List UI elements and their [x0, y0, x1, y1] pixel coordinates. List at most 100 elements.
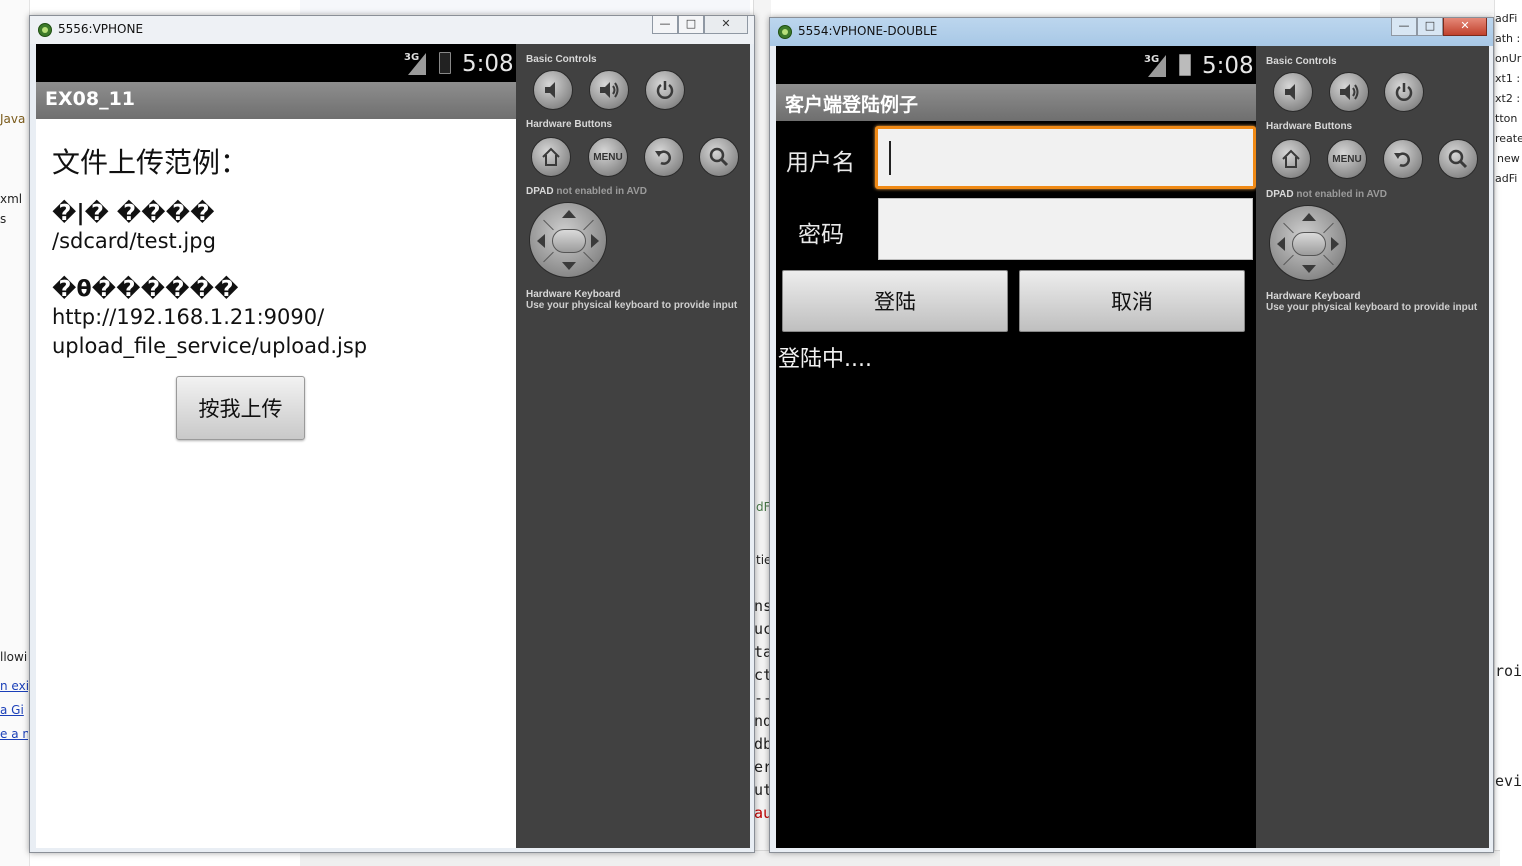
close-button[interactable]: ✕ [704, 16, 748, 34]
minimize-button[interactable]: — [1391, 18, 1417, 36]
menu-button[interactable]: MENU [1327, 139, 1367, 179]
bg-fragment: roi [1495, 662, 1522, 680]
bg-fragment: new [1497, 152, 1520, 165]
dpad-center-button[interactable] [552, 229, 586, 253]
basic-controls-label: Basic Controls [1266, 56, 1337, 67]
power-button[interactable] [1384, 72, 1424, 112]
back-button[interactable] [644, 137, 684, 177]
window-title: 5554:VPHONE-DOUBLE [798, 24, 938, 38]
dpad-divider [1283, 222, 1294, 234]
cancel-button[interactable]: 取消 [1019, 270, 1245, 332]
dpad-down-icon[interactable] [1302, 265, 1316, 273]
bg-link[interactable]: n exi [0, 679, 28, 693]
dpad-left-icon[interactable] [537, 234, 545, 248]
bg-fragment: s [0, 212, 7, 226]
dpad-label: DPAD not enabled in AVD [526, 186, 647, 197]
dpad-right-icon[interactable] [591, 234, 599, 248]
upload-button[interactable]: 按我上传 [176, 376, 305, 440]
dpad-left-icon[interactable] [1277, 237, 1285, 251]
keyboard-label: Hardware Keyboard [1266, 291, 1361, 302]
android-emulator-icon [778, 25, 792, 39]
power-icon [656, 81, 674, 99]
code-strip [300, 0, 750, 14]
app-title-bar: 客户端登陆例子 [776, 84, 1256, 121]
dpad[interactable] [529, 202, 607, 278]
signal-icon [408, 53, 426, 75]
power-button[interactable] [645, 70, 685, 110]
volume-up-icon [1340, 84, 1359, 100]
home-button[interactable] [531, 137, 571, 177]
status-time: 5:08 [1202, 53, 1254, 79]
dpad-divider [583, 251, 594, 263]
back-icon [1394, 152, 1410, 167]
bg-fragment: xml [0, 192, 23, 206]
volume-up-icon [600, 82, 619, 98]
device-screen[interactable]: 3G 5:08 客户端登陆例子 用户名 密码 登陆 取消 登陆中.... [776, 46, 1256, 848]
dpad-up-icon[interactable] [1302, 213, 1316, 221]
dpad-divider [543, 251, 554, 263]
dpad-right-icon[interactable] [1331, 237, 1339, 251]
device-screen[interactable]: 3G 5:08 EX08_11 文件上传范例： �|� ���� /sdcard… [36, 44, 516, 848]
menu-button[interactable]: MENU [588, 137, 628, 177]
maximize-button[interactable]: □ [1417, 18, 1443, 36]
search-button[interactable] [699, 137, 739, 177]
app-title: 客户端登陆例子 [785, 94, 919, 116]
dpad-center-button[interactable] [1292, 232, 1326, 256]
dpad-divider [1323, 254, 1334, 266]
status-time: 5:08 [462, 51, 514, 77]
window-controls: — □ ✕ [1391, 18, 1487, 36]
back-button[interactable] [1383, 139, 1423, 179]
dpad[interactable] [1269, 205, 1347, 281]
close-button[interactable]: ✕ [1443, 18, 1487, 36]
password-label: 密码 [798, 222, 844, 248]
bg-fragment: xt1 : [1495, 72, 1521, 85]
volume-down-button[interactable] [1273, 72, 1313, 112]
upload-activity: 文件上传范例： �|� ���� /sdcard/test.jpg �θ����… [36, 119, 516, 848]
dpad-down-icon[interactable] [562, 262, 576, 270]
keyboard-label: Hardware Keyboard [526, 289, 621, 300]
outline-strip [1380, 0, 1494, 14]
minimize-button[interactable]: — [652, 16, 678, 34]
bg-link[interactable]: a Gi [0, 703, 28, 717]
menu-button-label: MENU [593, 151, 623, 163]
power-icon [1395, 83, 1413, 101]
file-path: /sdcard/test.jpg [52, 229, 216, 253]
password-input[interactable] [878, 198, 1253, 260]
keyboard-note: Use your physical keyboard to provide in… [1266, 302, 1478, 313]
menu-button-label: MENU [1332, 153, 1362, 165]
emulator-skin: 3G 5:08 客户端登陆例子 用户名 密码 登陆 取消 登陆中.... Bas… [776, 46, 1489, 848]
battery-icon [1179, 54, 1191, 76]
window-controls: — □ ✕ [652, 16, 748, 34]
emulator-window-5556: 5556:VPHONE — □ ✕ 3G 5:08 EX08_11 文件上传范例… [29, 15, 755, 853]
back-icon [655, 150, 671, 165]
emulator-skin: 3G 5:08 EX08_11 文件上传范例： �|� ���� /sdcard… [36, 44, 750, 848]
bg-fragment: reate [1495, 132, 1522, 145]
login-status-text: 登陆中.... [778, 347, 872, 372]
hardware-buttons-label: Hardware Buttons [1266, 121, 1353, 132]
search-icon [1448, 149, 1468, 169]
bg-fragment: Java [0, 112, 26, 126]
volume-up-button[interactable] [589, 70, 629, 110]
status-bar: 3G 5:08 [36, 44, 516, 82]
dpad-note: not enabled in AVD [1296, 189, 1387, 200]
window-titlebar[interactable]: 5554:VPHONE-DOUBLE — □ ✕ [770, 18, 1493, 46]
home-button[interactable] [1271, 139, 1311, 179]
page-title: 文件上传范例： [52, 146, 249, 179]
signal-icon [1148, 55, 1166, 77]
package-explorer-panel: Java xml s llowi n exi a Gi e a n [0, 0, 30, 866]
volume-down-button[interactable] [533, 70, 573, 110]
login-button[interactable]: 登陆 [782, 270, 1008, 332]
username-input[interactable] [875, 126, 1256, 189]
search-button[interactable] [1438, 139, 1478, 179]
window-titlebar[interactable]: 5556:VPHONE — □ ✕ [30, 16, 754, 44]
dpad-up-icon[interactable] [562, 210, 576, 218]
upload-url-line2: upload_file_service/upload.jsp [52, 334, 368, 358]
volume-up-button[interactable] [1329, 72, 1369, 112]
login-activity: 用户名 密码 登陆 取消 登陆中.... [776, 121, 1256, 848]
outline-panel: adFi ath : onUr xt1 : xt2 : tton reate n… [1494, 0, 1522, 866]
home-icon [542, 147, 560, 166]
dpad-divider [543, 219, 554, 231]
maximize-button[interactable]: □ [678, 16, 704, 34]
bg-link[interactable]: e a n [0, 727, 28, 741]
hardware-buttons-label: Hardware Buttons [526, 119, 613, 130]
